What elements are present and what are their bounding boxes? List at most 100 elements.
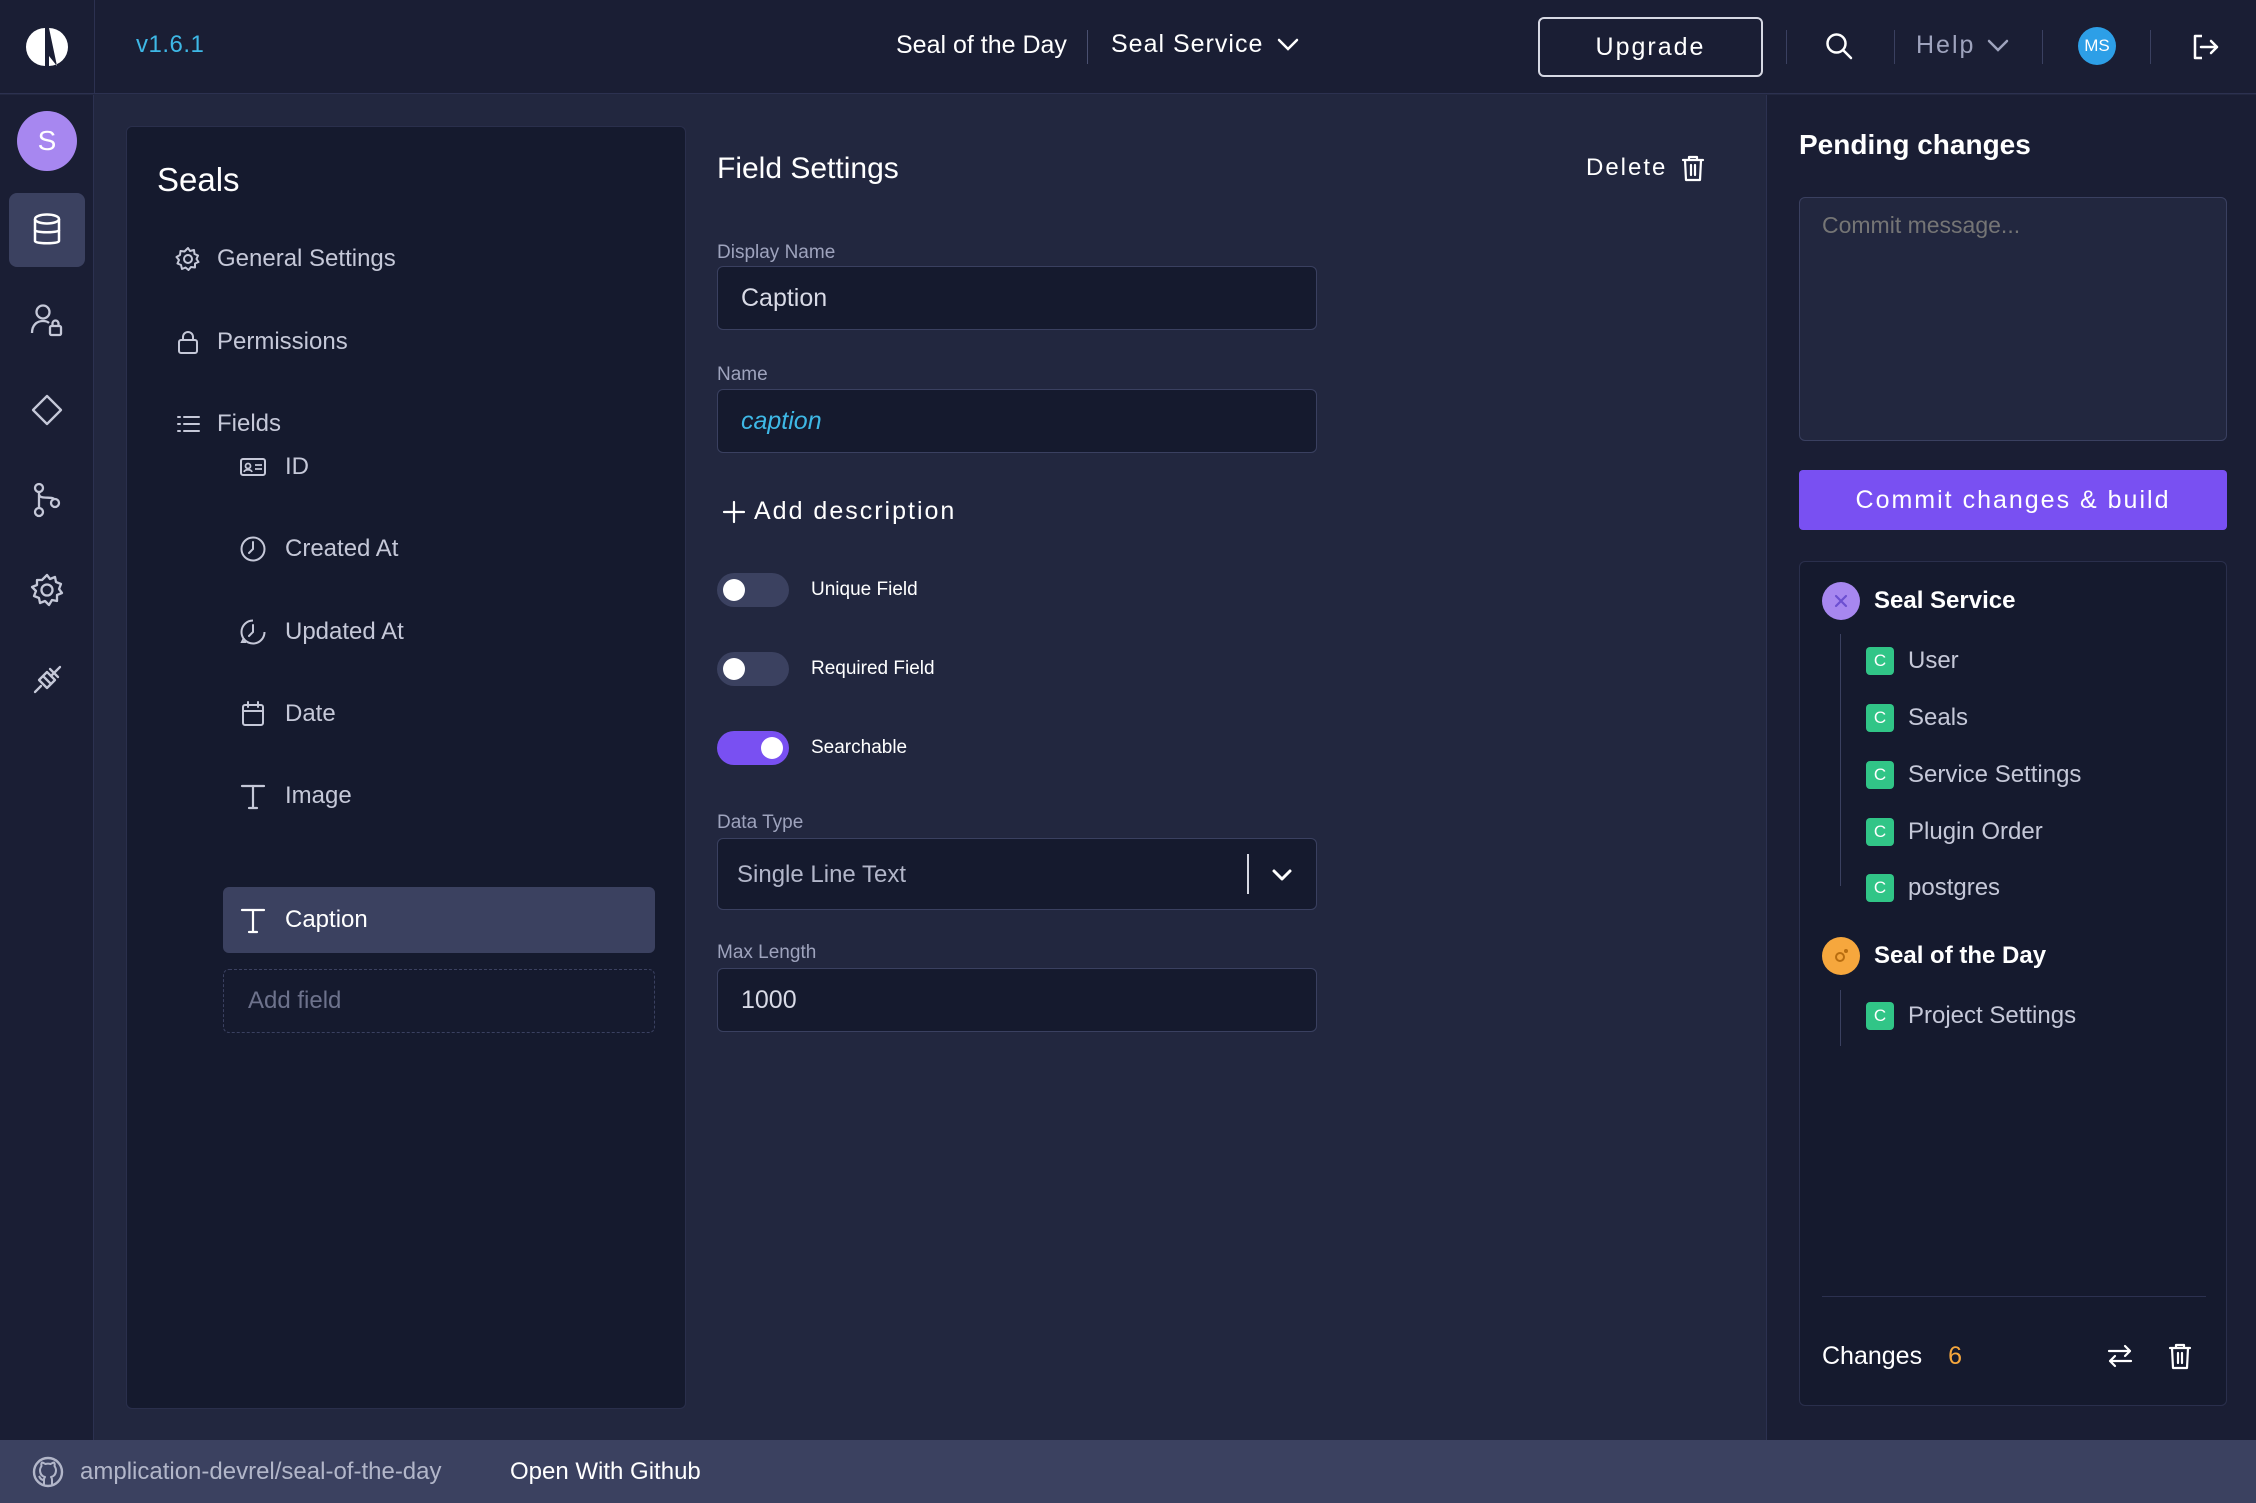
service-selector[interactable]: Seal Service (1111, 30, 1299, 59)
plugin-icon (29, 662, 65, 698)
field-item-created-at[interactable]: Created At (223, 516, 655, 582)
rail-sync-button[interactable] (9, 463, 85, 537)
tree-line (1840, 634, 1841, 886)
app-version[interactable]: v1.6.1 (136, 31, 204, 59)
field-item-label: Image (285, 782, 352, 809)
field-item-label: Updated At (285, 618, 404, 645)
resource-seal-of-the-day[interactable]: Seal of the Day (1822, 937, 2046, 975)
help-menu[interactable]: Help (1916, 31, 2009, 60)
change-badge: C (1866, 818, 1894, 846)
service-selector-label: Seal Service (1111, 30, 1264, 58)
unique-field-toggle[interactable] (717, 573, 789, 607)
field-item-updated-at[interactable]: Updated At (223, 599, 655, 665)
clock-icon (239, 535, 267, 563)
resource-seal-service[interactable]: Seal Service (1822, 582, 2015, 620)
toggle-knob (761, 737, 783, 759)
toggle-knob (723, 579, 745, 601)
list-icon (175, 411, 201, 437)
change-item[interactable]: C Service Settings (1866, 761, 2081, 789)
github-repo-link[interactable]: amplication-devrel/seal-of-the-day (80, 1458, 442, 1486)
change-badge: C (1866, 704, 1894, 732)
required-field-label: Required Field (811, 658, 935, 679)
github-icon (32, 1456, 64, 1488)
change-item-label: User (1908, 647, 1959, 674)
rail-roles-button[interactable] (9, 283, 85, 357)
changes-count: 6 (1948, 1342, 1962, 1370)
topbar-divider (94, 0, 95, 94)
name-label: Name (717, 364, 768, 385)
rail-settings-button[interactable] (9, 553, 85, 627)
chevron-down-icon (1277, 38, 1299, 52)
select-divider (1247, 854, 1249, 894)
field-item-image[interactable]: Image (223, 763, 655, 829)
change-item[interactable]: C Project Settings (1866, 1002, 2076, 1030)
rail-entities-button[interactable] (9, 193, 85, 267)
nav-permissions[interactable]: Permissions (175, 328, 348, 356)
nav-general-settings-label: General Settings (217, 245, 396, 272)
field-settings-title: Field Settings (717, 152, 899, 185)
data-type-value: Single Line Text (737, 861, 907, 888)
logout-icon[interactable] (2190, 32, 2220, 62)
bottom-bar: amplication-devrel/seal-of-the-day Open … (0, 1440, 2256, 1503)
project-breadcrumb[interactable]: Seal of the Day (896, 31, 1067, 60)
upgrade-button[interactable]: Upgrade (1538, 17, 1763, 77)
rail-modules-button[interactable] (9, 373, 85, 447)
chevron-down-icon (1270, 863, 1294, 887)
clock-refresh-icon (239, 618, 267, 646)
topbar-divider (1894, 30, 1895, 64)
user-avatar[interactable]: MS (2078, 27, 2116, 65)
field-item-id[interactable]: ID (223, 434, 655, 500)
workspace-avatar[interactable]: S (17, 111, 77, 171)
amplication-logo-icon[interactable] (26, 26, 68, 68)
change-item[interactable]: C User (1866, 647, 1959, 675)
commit-message-input[interactable] (1799, 197, 2227, 441)
max-length-label: Max Length (717, 942, 817, 963)
data-type-select[interactable]: Single Line Text (717, 838, 1317, 910)
name-input[interactable]: caption (717, 389, 1317, 453)
searchable-toggle[interactable] (717, 731, 789, 765)
change-badge: C (1866, 874, 1894, 902)
text-icon (239, 782, 267, 810)
field-item-label: Date (285, 700, 336, 727)
searchable-label: Searchable (811, 737, 908, 758)
max-length-input[interactable]: 1000 (717, 968, 1317, 1032)
unique-field-row: Unique Field (717, 573, 918, 607)
trash-icon[interactable] (2168, 1342, 2192, 1370)
field-item-caption[interactable]: Caption (223, 887, 655, 953)
change-item-label: Plugin Order (1908, 818, 2043, 845)
change-item[interactable]: C Seals (1866, 704, 1968, 732)
change-item-label: Service Settings (1908, 761, 2082, 788)
compare-arrows-icon[interactable] (2106, 1342, 2134, 1370)
tree-line (1840, 990, 1841, 1046)
changes-summary: Changes 6 (1822, 1342, 1962, 1371)
nav-general-settings[interactable]: General Settings (175, 245, 396, 273)
breadcrumb-divider (1087, 30, 1088, 64)
commit-build-button[interactable]: Commit changes & build (1799, 470, 2227, 530)
diamond-icon (30, 393, 64, 427)
field-item-label: Caption (285, 906, 368, 933)
search-icon[interactable] (1824, 31, 1854, 61)
open-with-github-link[interactable]: Open With Github (510, 1458, 701, 1486)
change-item[interactable]: C postgres (1866, 874, 2000, 902)
pending-changes-panel: Pending changes Commit changes & build S… (1766, 95, 2256, 1440)
rail-plugins-button[interactable] (9, 643, 85, 717)
pending-changes-title: Pending changes (1799, 129, 2031, 160)
required-field-row: Required Field (717, 652, 935, 686)
gear-icon (29, 572, 65, 608)
left-rail: S (0, 95, 94, 1440)
topbar-divider (2150, 30, 2151, 64)
required-field-toggle[interactable] (717, 652, 789, 686)
display-name-input[interactable]: Caption (717, 266, 1317, 330)
change-item-label: Seals (1908, 704, 1969, 731)
change-item[interactable]: C Plugin Order (1866, 818, 2043, 846)
add-field-input[interactable]: Add field (223, 969, 655, 1033)
add-description-button[interactable]: Add description (722, 497, 956, 526)
field-item-label: Created At (285, 535, 399, 562)
text-icon (239, 906, 267, 934)
unique-field-label: Unique Field (811, 579, 918, 600)
delete-label: Delete (1586, 154, 1668, 181)
delete-field-button[interactable]: Delete (1586, 154, 1705, 182)
lock-icon (175, 329, 201, 355)
field-item-date[interactable]: Date (223, 681, 655, 747)
add-description-label: Add description (754, 497, 957, 525)
